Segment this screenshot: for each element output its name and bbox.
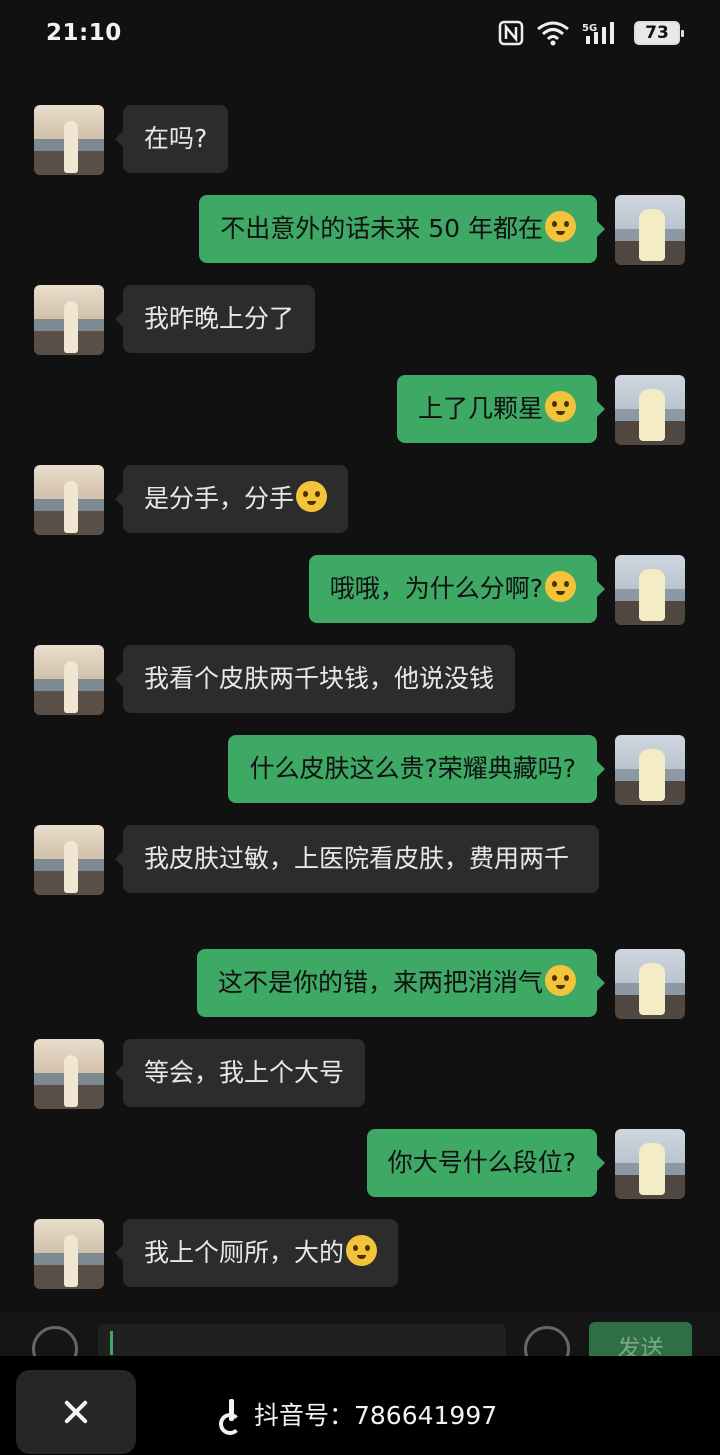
tiktok-icon [218,1399,246,1435]
crying-emoji-icon [346,1235,378,1266]
voice-icon[interactable] [32,1326,78,1356]
battery-level: 73 [645,23,669,43]
message-bubble[interactable]: 不出意外的话未来 50 年都在 [199,195,605,263]
crying-emoji-icon [296,481,328,512]
message-bubble[interactable]: 你大号什么段位? [366,1129,606,1197]
shush-emoji-icon [545,965,576,996]
douyin-id: 抖音号：786641997 [254,1401,498,1430]
chat-area[interactable]: 在吗? 不出意外的话未来 50 年都在 我昨晚上分了 上了几颗星 是分手，分手 … [0,72,720,1312]
message-text: 我看个皮肤两千块钱，他说没钱 [144,664,495,693]
contact-avatar[interactable] [34,285,104,355]
message-bubble[interactable]: 我昨晚上分了 [114,285,316,353]
smile-emoji-icon [545,211,576,242]
message-text: 是分手，分手 [144,484,295,513]
message-bubble[interactable]: 什么皮肤这么贵?荣耀典藏吗? [228,735,605,803]
message-text: 这不是你的错，来两把消消气 [217,968,543,997]
contact-avatar[interactable] [34,1039,104,1109]
close-icon [63,1399,89,1425]
wifi-icon [537,21,569,46]
message-bubble[interactable]: 这不是你的错，来两把消消气 [196,949,606,1017]
message-text: 上了几颗星 [417,394,543,423]
message-text: 等会，我上个大号 [144,1058,345,1087]
douyin-watermark: 抖音号：786641997 [218,1396,498,1435]
message-text: 哦哦，为什么分啊? [329,574,543,603]
text-cursor [110,1331,113,1355]
signal-icon: 5G [582,22,614,44]
my-avatar[interactable] [615,375,685,445]
message-bubble[interactable]: 哦哦，为什么分啊? [308,555,606,623]
input-bar: 发送 [0,1312,720,1356]
contact-avatar[interactable] [34,1219,104,1289]
message-text: 你大号什么段位? [387,1148,576,1177]
message-text: 我皮肤过敏，上医院看皮肤，费用两千 [144,844,570,873]
message-bubble[interactable]: 上了几颗星 [396,375,606,443]
message-bubble[interactable]: 我上个厕所，大的 [114,1219,399,1287]
emoji-picker-icon[interactable] [524,1326,570,1356]
message-input[interactable] [98,1324,506,1356]
status-bar: 21:10 5G 73 [0,0,720,72]
my-avatar[interactable] [615,735,685,805]
message-bubble[interactable]: 我皮肤过敏，上医院看皮肤，费用两千 [115,825,599,893]
send-button[interactable]: 发送 [589,1322,692,1356]
nfc-icon [498,20,524,46]
thinking-emoji-icon [545,571,576,602]
message-bubble[interactable]: 我看个皮肤两千块钱，他说没钱 [114,645,516,713]
close-button[interactable] [16,1370,136,1454]
my-avatar[interactable] [615,949,685,1019]
annoyed-emoji-icon [545,391,576,422]
bottom-bar: 抖音号：786641997 [0,1356,720,1455]
message-text: 什么皮肤这么贵?荣耀典藏吗? [249,754,576,783]
battery-icon: 73 [634,21,684,45]
contact-avatar[interactable] [34,645,104,715]
my-avatar[interactable] [615,195,685,265]
message-bubble[interactable]: 在吗? [114,105,229,173]
message-text: 在吗? [144,124,208,153]
my-avatar[interactable] [615,555,685,625]
message-bubble[interactable]: 是分手，分手 [114,465,349,533]
message-text: 不出意外的话未来 50 年都在 [220,214,543,243]
status-time: 21:10 [46,20,122,46]
message-text: 我上个厕所，大的 [144,1238,345,1267]
contact-avatar[interactable] [34,105,104,175]
message-bubble[interactable]: 等会，我上个大号 [114,1039,366,1107]
contact-avatar[interactable] [34,465,104,535]
contact-avatar[interactable] [34,825,104,895]
status-icons: 5G 73 [498,20,684,46]
message-text: 我昨晚上分了 [144,304,295,333]
my-avatar[interactable] [615,1129,685,1199]
